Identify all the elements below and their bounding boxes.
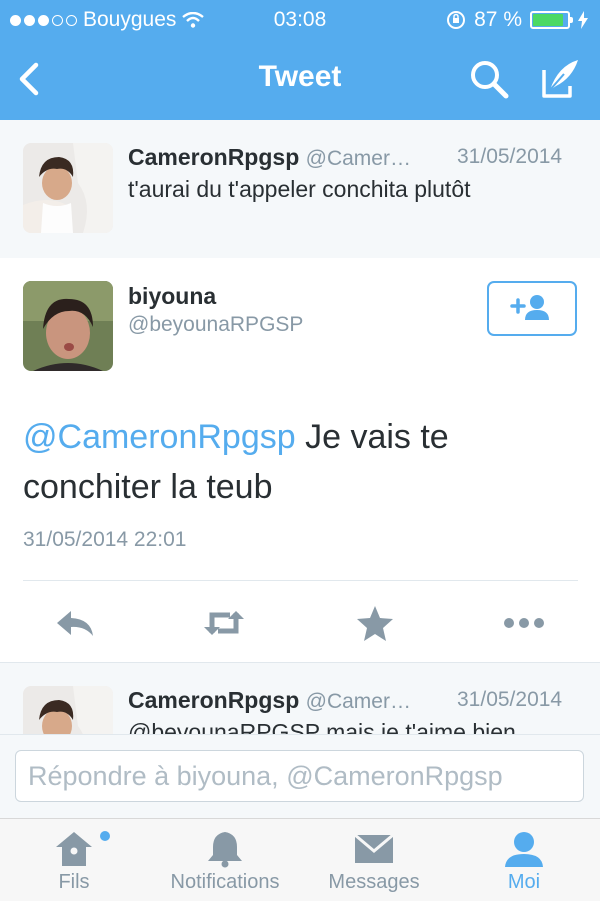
battery-icon [530, 11, 573, 29]
status-bar: Bouygues 03:08 87 % [0, 0, 600, 40]
tweet-text: t'aurai du t'appeler conchita plutôt [128, 176, 471, 202]
author-handle[interactable]: @beyounaRPGSP [128, 313, 303, 337]
tab-label: Fils [58, 871, 90, 893]
follow-button[interactable] [487, 281, 577, 336]
add-user-icon [510, 295, 549, 320]
mention-link[interactable]: @CameronRpgsp [23, 418, 296, 456]
parent-tweet[interactable]: CameronRpgsp @Camer… 31/05/2014 t'aurai … [0, 120, 600, 259]
tab-bar: Fils Notifications Messages Moi [0, 818, 600, 901]
person-icon [505, 832, 543, 867]
bell-icon [208, 832, 242, 868]
avatar[interactable] [23, 143, 113, 233]
divider [23, 580, 578, 581]
tab-notifications[interactable]: Notifications [155, 819, 295, 901]
page-title: Tweet [258, 60, 342, 93]
author-handle: @Camer… [305, 147, 411, 170]
tab-me[interactable]: Moi [470, 819, 578, 901]
reply-bar [0, 734, 600, 819]
unread-dot [100, 831, 110, 841]
charging-icon [578, 11, 588, 29]
search-icon[interactable] [468, 58, 510, 100]
reply-input[interactable] [16, 751, 583, 801]
tweet-timestamp: 31/05/2014 22:01 [23, 528, 187, 551]
tweet-author[interactable]: CameronRpgsp @Camer… [128, 144, 411, 171]
app-header: Bouygues 03:08 87 % Tweet [0, 0, 600, 120]
tab-label: Messages [328, 871, 420, 893]
tweet-author[interactable]: CameronRpgsp @Camer… [128, 687, 411, 714]
avatar[interactable] [23, 281, 113, 371]
tweet-text: @CameronRpgsp Je vais te conchiter la te… [23, 412, 563, 512]
more-icon[interactable] [502, 603, 546, 643]
tab-home[interactable]: Fils [20, 819, 128, 901]
reply-input-box[interactable] [15, 750, 584, 802]
author-handle: @Camer… [305, 690, 411, 713]
compose-icon[interactable] [536, 56, 582, 102]
tweet-date: 31/05/2014 [457, 688, 563, 711]
home-icon [56, 832, 92, 866]
tab-label: Notifications [170, 871, 280, 893]
status-right: 87 % [446, 8, 588, 32]
tweet-text: @beyounaRPGSP mais je t'aime bien [128, 719, 516, 735]
reply-icon[interactable] [53, 603, 97, 643]
rotation-lock-icon [447, 11, 466, 29]
tab-label: Moi [507, 871, 541, 893]
tweet-date: 31/05/2014 [457, 145, 563, 168]
author-name[interactable]: biyouna [128, 283, 216, 310]
author-name: CameronRpgsp [128, 687, 300, 713]
avatar[interactable] [23, 686, 113, 735]
battery-percent: 87 % [474, 8, 522, 31]
retweet-icon[interactable] [202, 603, 246, 643]
tab-messages[interactable]: Messages [318, 819, 430, 901]
reply-tweet[interactable]: CameronRpgsp @Camer… 31/05/2014 @beyouna… [0, 662, 600, 735]
favorite-icon[interactable] [353, 603, 397, 643]
envelope-icon [354, 833, 394, 863]
author-name: CameronRpgsp [128, 144, 300, 170]
